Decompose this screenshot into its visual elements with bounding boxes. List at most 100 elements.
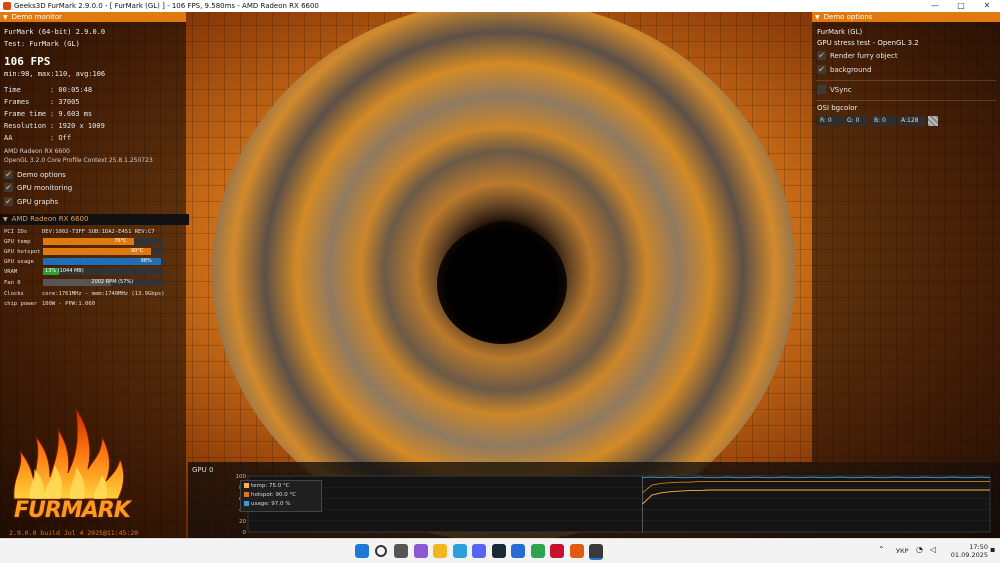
furmark-logo-text: FURMARK — [14, 498, 131, 523]
render-furry-object-toggle[interactable]: ✔ Render furry object — [817, 50, 898, 62]
gpu-key: Clocks — [4, 291, 24, 297]
legend-swatch — [244, 483, 249, 488]
legend-label: usage: 97.0 % — [251, 501, 291, 507]
demo-options-toggle[interactable]: ✔ Demo options — [4, 169, 66, 181]
furmark-window-icon[interactable] — [589, 544, 603, 560]
bar-value: 90°C — [131, 248, 144, 254]
aida64-icon[interactable] — [550, 544, 564, 558]
bar-value: 13% (1044 MB) — [45, 268, 84, 274]
checkbox-label: background — [830, 66, 872, 74]
gpu-value: core:1761MHz - mem:1740MHz (13.9Gbps) — [42, 291, 165, 297]
furmark-flame-logo-icon — [13, 407, 125, 500]
stat-value: : Off — [50, 134, 72, 142]
gpu-value: 100W - PPW:1.060 — [42, 301, 95, 307]
bgcolor-b-field[interactable]: B: 0 — [871, 116, 895, 126]
checkbox-checked-icon[interactable]: ✔ — [4, 182, 13, 192]
gpu-pci-ids: PCI IDs DEV:1002-73FF SUB:1DA2-E451 REV:C… — [4, 229, 155, 235]
graph-gpu-label: GPU 0 — [192, 466, 214, 474]
gpu-graph-plot: 100806040200 — [236, 474, 991, 534]
legend-swatch — [244, 492, 249, 497]
checkbox-label: Demo options — [17, 171, 66, 179]
demo-monitor-title: Demo monitor — [11, 13, 63, 21]
donut-center-hole — [437, 224, 567, 344]
vsync-toggle[interactable]: VSync — [817, 84, 852, 96]
stat-value: : 37005 — [50, 98, 80, 106]
background-toggle[interactable]: ✔ background — [817, 64, 871, 76]
network-icon[interactable]: ◔ — [916, 545, 923, 554]
y-tick-label: 0 — [243, 530, 247, 534]
gpu-vram-row: VRAM — [4, 269, 42, 275]
build-info: 2.9.0.0 build Jul 4 2025@11:45:20 — [9, 529, 139, 537]
color-swatch[interactable] — [928, 116, 938, 126]
gpu-panel-title: AMD Radeon RX 6600 — [11, 215, 89, 223]
checkbox-checked-icon[interactable]: ✔ — [817, 64, 826, 74]
windows-start-icon[interactable] — [355, 544, 369, 558]
checkbox-label: Render furry object — [830, 52, 898, 60]
demo-options-title: Demo options — [823, 13, 873, 21]
gpu-key: GPU usage — [4, 259, 34, 265]
close-button[interactable]: ✕ — [974, 0, 1000, 12]
legend-label: hotspot: 90.0 °C — [251, 492, 297, 498]
gpu-monitoring-toggle[interactable]: ✔ GPU monitoring — [4, 182, 72, 194]
demo-options-header[interactable]: ▼ Demo options — [812, 12, 1000, 22]
bgcolor-g-field[interactable]: G: 0 — [844, 116, 868, 126]
gpu-power: chip power 100W - PPW:1.060 — [4, 301, 95, 307]
system-clock[interactable]: 17:50 01.09.2025 — [950, 543, 988, 559]
task-view-icon[interactable] — [394, 544, 408, 558]
gpu-panel-header[interactable]: ▼ AMD Radeon RX 6600 — [0, 214, 189, 225]
window-titlebar: Geeks3D FurMark 2.9.0.0 - [ FurMark (GL)… — [0, 0, 1000, 12]
file-explorer-icon[interactable] — [433, 544, 447, 558]
gpu-value: DEV:1002-73FF SUB:1DA2-E451 REV:C7 — [42, 229, 155, 235]
maximize-button[interactable]: □ — [948, 0, 974, 12]
notification-icon[interactable]: ▪ — [990, 545, 995, 554]
demo-monitor-header[interactable]: ▼ Demo monitor — [0, 12, 186, 22]
stat-time: Time: 00:05:48 — [4, 86, 92, 94]
volume-icon[interactable]: ◁ — [930, 545, 936, 554]
demo-description: GPU stress test - OpenGL 3.2 — [817, 39, 919, 47]
checkbox-label: GPU graphs — [17, 198, 59, 206]
checkbox-label: GPU monitoring — [17, 184, 73, 192]
furmark-taskbar-icon[interactable] — [569, 544, 584, 558]
gpu-vram-bar: 13% (1044 MB) — [43, 268, 163, 275]
search-icon[interactable] — [374, 545, 387, 557]
test-name: Test: FurMark (GL) — [4, 40, 80, 48]
gpu-graph-panel: GPU 0 100806040200 temp: 75.0 °C hotspot… — [188, 462, 1000, 538]
clock-time: 17:50 — [969, 543, 988, 551]
copilot-icon[interactable] — [413, 544, 428, 558]
checkbox-checked-icon[interactable]: ✔ — [4, 169, 13, 179]
collapse-arrow-icon[interactable]: ▼ — [3, 216, 8, 223]
stat-key: Resolution — [4, 122, 47, 130]
gpu-graphs-toggle[interactable]: ✔ GPU graphs — [4, 196, 58, 208]
legend-usage: usage: 97.0 % — [244, 501, 290, 507]
gpu-clocks: Clocks core:1761MHz - mem:1740MHz (13.9Gb… — [4, 291, 165, 297]
gpu-usage-bar: 98% — [43, 258, 163, 265]
bar-value: 98% — [140, 258, 152, 264]
app-icon[interactable] — [511, 544, 525, 558]
language-indicator[interactable]: УКР — [896, 547, 909, 555]
plot-area — [247, 475, 991, 533]
discord-icon[interactable] — [472, 544, 486, 558]
stat-key: AA — [4, 134, 13, 142]
stat-value: : 00:05:48 — [50, 86, 93, 94]
gpu-key: chip power — [4, 301, 38, 307]
collapse-arrow-icon[interactable]: ▼ — [815, 13, 820, 23]
steam-icon[interactable] — [491, 544, 506, 558]
clock-date: 01.09.2025 — [950, 551, 988, 559]
collapse-arrow-icon[interactable]: ▼ — [3, 13, 8, 23]
bgcolor-r-field[interactable]: R: 0 — [817, 116, 841, 126]
gpu-key: GPU temp — [4, 239, 31, 245]
stat-key: Frame time — [4, 110, 47, 118]
tray-overflow-icon[interactable]: ⌃ — [878, 545, 885, 554]
demo-options-panel: ▼ Demo options FurMark (GL) GPU stress te… — [812, 12, 1000, 462]
minimize-button[interactable]: — — [922, 0, 948, 12]
gpu-key: Fan 0 — [4, 280, 21, 286]
telegram-icon[interactable] — [452, 544, 467, 558]
gpu-temp-row: GPU temp — [4, 239, 42, 245]
checkbox-checked-icon[interactable]: ✔ — [4, 196, 13, 206]
chrome-icon[interactable] — [530, 544, 545, 558]
stat-frame-time: Frame time: 9.603 ms — [4, 110, 92, 118]
checkbox-unchecked-icon[interactable] — [817, 84, 826, 94]
stat-value: : 1920 x 1009 — [50, 122, 105, 130]
bgcolor-a-field[interactable]: A:128 — [898, 116, 926, 126]
checkbox-checked-icon[interactable]: ✔ — [817, 50, 826, 60]
